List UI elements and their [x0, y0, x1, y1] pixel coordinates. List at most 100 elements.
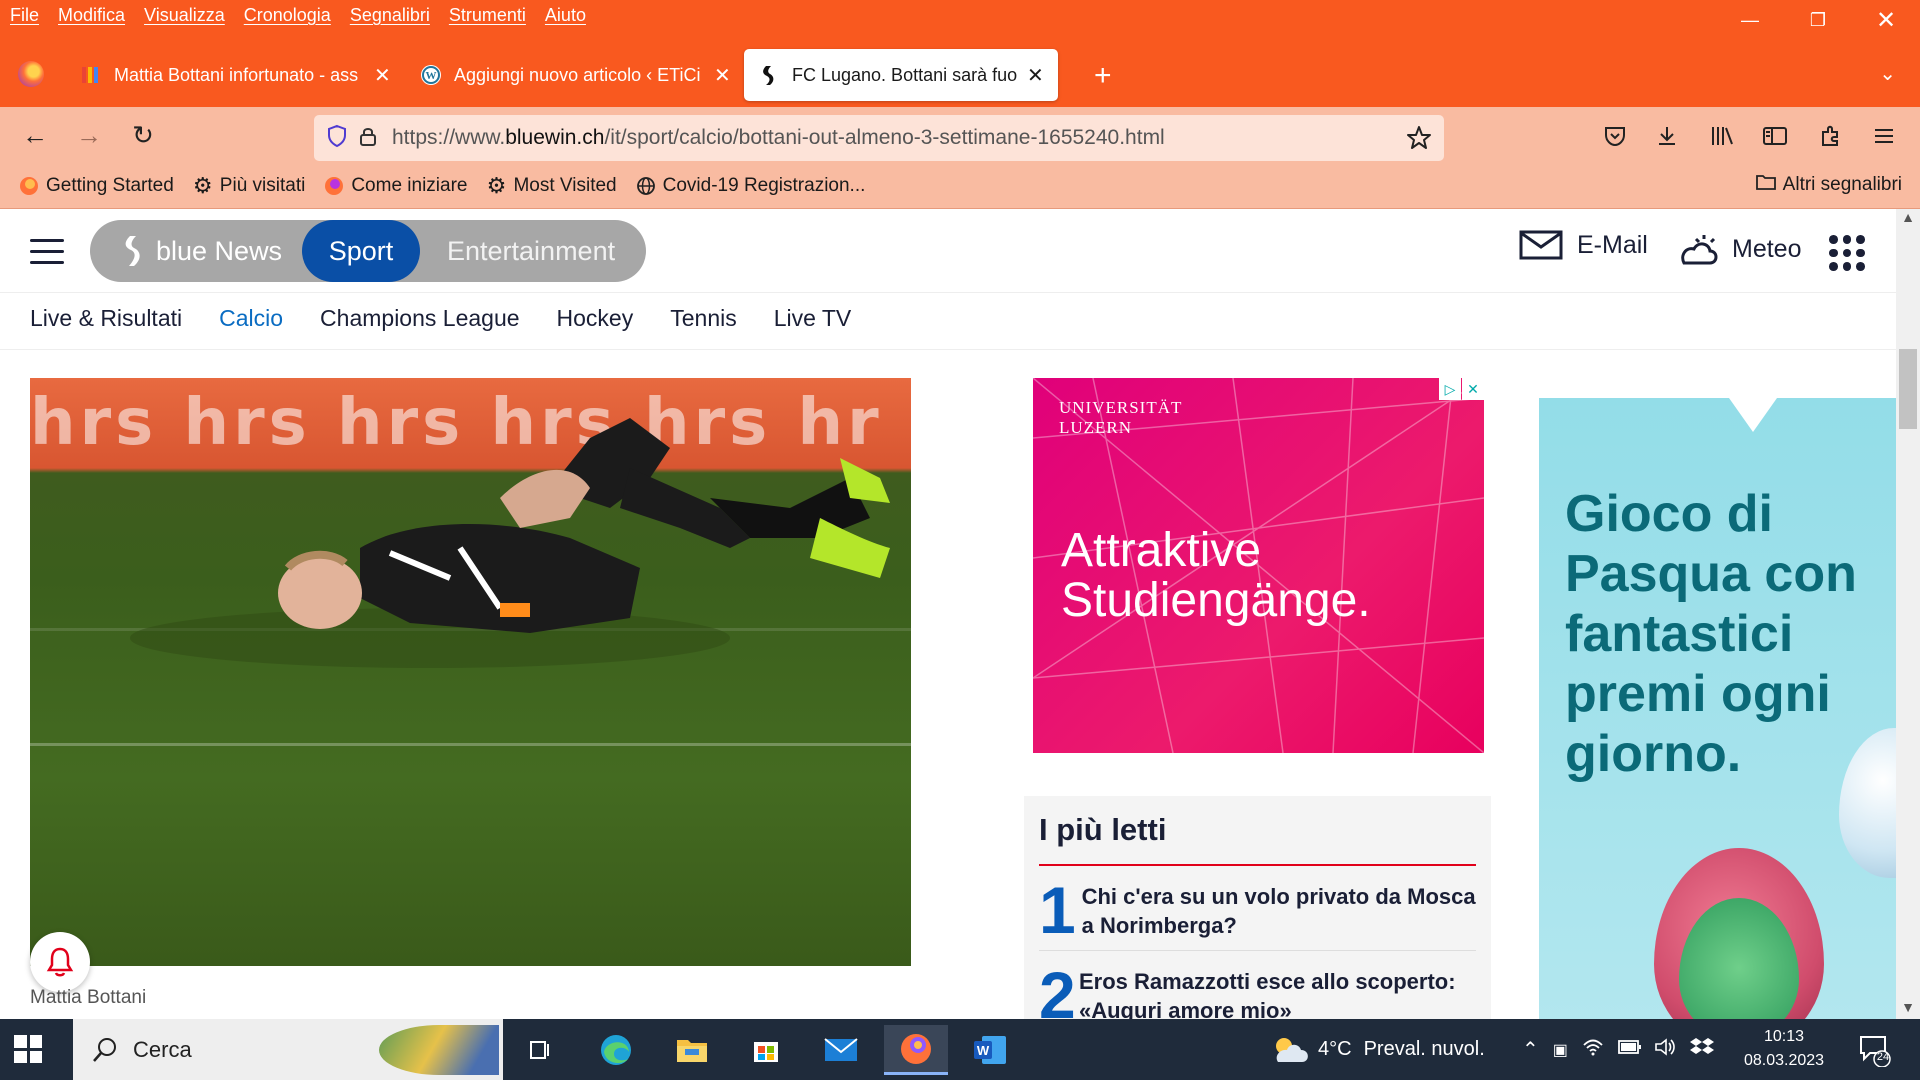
restore-button[interactable]: ❐ — [1784, 0, 1852, 40]
article-hero-image[interactable]: hrs hrs hrs hrs hrs hr — [30, 378, 911, 966]
chevron-up-icon[interactable]: ⌃ — [1522, 1037, 1539, 1062]
menu-edit[interactable]: Modifica — [58, 5, 125, 26]
pocket-icon[interactable] — [1597, 119, 1633, 153]
subnav-hockey[interactable]: Hockey — [557, 305, 634, 332]
sidebar-icon[interactable] — [1757, 119, 1793, 153]
section-sport-tab[interactable]: Sport — [302, 220, 420, 282]
close-tab-icon[interactable]: ✕ — [374, 63, 391, 88]
scroll-up-icon[interactable]: ▲ — [1896, 209, 1920, 229]
taskbar-search-box[interactable]: Cerca — [73, 1019, 503, 1080]
close-tab-icon[interactable]: ✕ — [1027, 63, 1044, 88]
menu-view[interactable]: Visualizza — [144, 5, 225, 26]
library-icon[interactable] — [1704, 119, 1740, 153]
subnav-live-tv[interactable]: Live TV — [774, 305, 852, 332]
tab-aggiungi-articolo[interactable]: W Aggiungi nuovo articolo ‹ ETiCi ✕ — [406, 47, 745, 103]
downloads-icon[interactable] — [1649, 119, 1685, 153]
mail-icon[interactable] — [809, 1025, 873, 1075]
battery-icon[interactable] — [1617, 1038, 1642, 1061]
ad-choices[interactable]: ▷ ✕ — [1438, 378, 1484, 400]
adchoices-icon[interactable]: ▷ — [1439, 378, 1461, 400]
word-icon[interactable]: W — [958, 1025, 1022, 1075]
tab-title: Mattia Bottani infortunato - ass — [114, 64, 359, 85]
file-explorer-icon[interactable] — [660, 1025, 724, 1075]
firefox-taskbar-icon[interactable] — [884, 1025, 948, 1075]
bookmark-covid-registrazione[interactable]: Covid-19 Registrazion... — [635, 175, 865, 197]
shield-icon[interactable] — [326, 124, 348, 153]
microsoft-store-icon[interactable] — [734, 1025, 798, 1075]
search-highlight-image — [379, 1025, 499, 1075]
article-link[interactable]: Chi c'era su un volo privato da Mosca a … — [1082, 882, 1476, 940]
bluenews-logo-icon — [125, 236, 140, 266]
menu-bookmarks[interactable]: Segnalibri — [350, 5, 430, 26]
edge-icon[interactable] — [584, 1025, 648, 1075]
bookmark-most-visited[interactable]: ⚙ Most Visited — [485, 172, 617, 198]
wifi-icon[interactable] — [1582, 1037, 1604, 1063]
other-bookmarks[interactable]: Altri segnalibri — [1755, 173, 1902, 197]
section-switcher: blue News Sport Entertainment — [90, 220, 646, 282]
subnav-calcio[interactable]: Calcio — [219, 305, 283, 332]
app-menu-icon[interactable] — [1866, 119, 1902, 153]
subnav-tennis[interactable]: Tennis — [670, 305, 736, 332]
envelope-icon — [1519, 230, 1563, 260]
bookmark-star-icon[interactable] — [1406, 125, 1432, 156]
scrollbar-thumb[interactable] — [1899, 349, 1917, 429]
bookmarks-toolbar: Getting Started ⚙ Più visitati Come iniz… — [0, 163, 1920, 209]
menu-history[interactable]: Cronologia — [244, 5, 331, 26]
article-link[interactable]: Eros Ramazzotti esce allo scoperto: «Aug… — [1079, 967, 1476, 1019]
weather-widget[interactable]: 4°C Preval. nuvol. — [1270, 1019, 1485, 1080]
taskbar-clock[interactable]: 10:13 08.03.2023 — [1742, 1025, 1826, 1073]
firefox-view-icon[interactable] — [18, 61, 44, 87]
bookmark-piu-visitati[interactable]: ⚙ Più visitati — [192, 173, 305, 198]
back-button[interactable]: ← — [16, 117, 54, 153]
tab-mattia-bottani[interactable]: Mattia Bottani infortunato - ass ✕ — [66, 47, 405, 103]
ad-easter-headline: Gioco di Pasqua con fantastici premi ogn… — [1565, 485, 1857, 783]
page-scrollbar[interactable]: ▲ ▼ — [1896, 209, 1920, 1019]
reload-button[interactable]: ↻ — [124, 117, 162, 153]
tab-title: Aggiungi nuovo articolo ‹ ETiCi — [454, 64, 701, 85]
notification-center-icon[interactable]: 24 — [1858, 1033, 1892, 1068]
bookmark-come-iniziare[interactable]: Come iniziare — [323, 175, 467, 197]
web-page: blue News Sport Entertainment E-Mail Met… — [0, 209, 1896, 1019]
bluenews-logo[interactable]: blue News — [90, 234, 302, 268]
dropbox-icon[interactable] — [1689, 1036, 1714, 1064]
bookmark-getting-started[interactable]: Getting Started — [18, 175, 174, 197]
list-item[interactable]: 1 Chi c'era su un volo privato da Mosca … — [1039, 866, 1476, 951]
meet-now-icon[interactable]: ▣ — [1553, 1040, 1568, 1060]
tab-title: FC Lugano. Bottani sarà fuori al — [792, 64, 1017, 85]
windows-start-icon[interactable] — [14, 1035, 42, 1063]
section-entertainment-tab[interactable]: Entertainment — [447, 236, 615, 267]
folder-icon — [1755, 173, 1777, 197]
menu-tools[interactable]: Strumenti — [449, 5, 526, 26]
task-view-icon[interactable] — [508, 1025, 572, 1075]
email-link[interactable]: E-Mail — [1519, 229, 1648, 261]
url-text[interactable]: https://www.bluewin.ch/it/sport/calcio/b… — [392, 126, 1165, 150]
subnav-champions-league[interactable]: Champions League — [320, 305, 519, 332]
volume-icon[interactable] — [1654, 1037, 1676, 1063]
scroll-down-icon[interactable]: ▼ — [1896, 999, 1920, 1019]
close-window-button[interactable]: ✕ — [1852, 0, 1920, 40]
firefox-icon — [18, 175, 40, 197]
close-tab-icon[interactable]: ✕ — [714, 63, 731, 88]
new-tab-button[interactable]: + — [1094, 59, 1112, 93]
ad-notch — [1729, 398, 1777, 432]
apps-grid-icon[interactable] — [1829, 235, 1865, 271]
hamburger-menu-icon[interactable] — [30, 239, 64, 267]
meteo-link[interactable]: Meteo — [1674, 229, 1801, 269]
close-ad-icon[interactable]: ✕ — [1462, 378, 1484, 400]
gear-icon: ⚙ — [486, 172, 507, 198]
address-bar[interactable]: https://www.bluewin.ch/it/sport/calcio/b… — [314, 115, 1444, 161]
firefox-icon — [323, 175, 345, 197]
notification-bell-button[interactable] — [30, 932, 90, 992]
extensions-icon[interactable] — [1812, 119, 1848, 153]
list-all-tabs-icon[interactable]: ⌄ — [1879, 61, 1896, 86]
menu-file[interactable]: File — [10, 5, 39, 26]
subnav-live-risultati[interactable]: Live & Risultati — [30, 305, 182, 332]
minimize-button[interactable]: — — [1716, 0, 1784, 40]
tab-fc-lugano[interactable]: FC Lugano. Bottani sarà fuori al ✕ — [744, 49, 1058, 101]
lock-icon[interactable] — [358, 125, 378, 152]
list-item[interactable]: 2 Eros Ramazzotti esce allo scoperto: «A… — [1039, 951, 1476, 1019]
ad-universitat-luzern[interactable]: UNIVERSITÄT LUZERN Attraktive Studiengän… — [1033, 378, 1484, 753]
forward-button[interactable]: → — [70, 117, 108, 153]
ad-easter-game[interactable]: Gioco di Pasqua con fantastici premi ogn… — [1539, 398, 1896, 1019]
menu-help[interactable]: Aiuto — [545, 5, 586, 26]
